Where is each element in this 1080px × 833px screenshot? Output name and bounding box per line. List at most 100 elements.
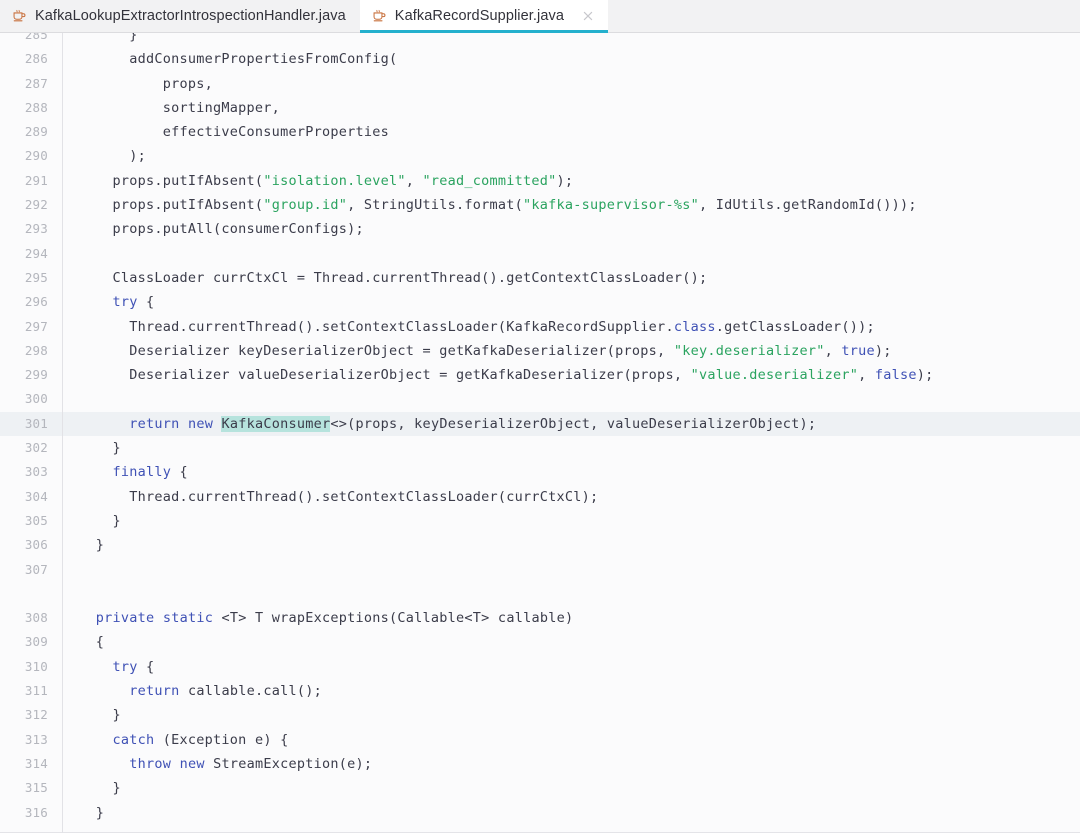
editor-tab-1[interactable]: KafkaLookupExtractorIntrospectionHandler…	[0, 0, 360, 32]
editor-tab-2[interactable]: KafkaRecordSupplier.java	[359, 0, 609, 33]
line-number: 305	[24, 512, 48, 528]
code-line[interactable]: 297 Thread.currentThread().setContextCla…	[0, 315, 1080, 339]
string-token: "isolation.level"	[263, 172, 406, 189]
code-line[interactable]: 310 try {	[0, 655, 1080, 679]
code-line[interactable]: 312 }	[0, 703, 1080, 727]
keyword-token: try	[112, 294, 138, 311]
line-number: 307	[24, 561, 48, 577]
code-line[interactable]: 314 throw new StreamException(e);	[0, 752, 1080, 776]
code-line[interactable]: 286 addConsumerPropertiesFromConfig(	[0, 47, 1080, 71]
line-number: 301	[24, 415, 48, 431]
code-line[interactable]: 295 ClassLoader currCtxCl = Thread.curre…	[0, 266, 1080, 290]
code-token: }	[79, 707, 121, 724]
line-number: 285	[24, 33, 48, 42]
line-number: 299	[24, 367, 48, 383]
line-code: Thread.currentThread().setContextClassLo…	[79, 315, 875, 339]
code-line[interactable]: 289 effectiveConsumerProperties	[0, 120, 1080, 144]
string-token: "kafka-supervisor-%s"	[523, 197, 699, 214]
line-code: Deserializer valueDeserializerObject = g…	[79, 363, 934, 387]
line-number: 293	[24, 221, 48, 237]
line-number: 310	[24, 658, 48, 674]
code-line[interactable]: 290 );	[0, 144, 1080, 168]
keyword-token: return	[129, 683, 180, 700]
line-number: 311	[24, 683, 48, 699]
code-line[interactable]: 294	[0, 242, 1080, 266]
code-line[interactable]: 298 Deserializer keyDeserializerObject =…	[0, 339, 1080, 363]
code-token: props,	[79, 75, 214, 92]
code-token: );	[556, 172, 574, 189]
code-token: );	[916, 367, 934, 384]
code-token: );	[874, 342, 892, 359]
code-token: }	[79, 804, 105, 821]
keyword-token: try	[112, 658, 138, 675]
line-number: 312	[24, 707, 48, 723]
code-line[interactable]: 291 props.putIfAbsent("isolation.level",…	[0, 169, 1080, 193]
code-line[interactable]: 302 }	[0, 436, 1080, 460]
line-code: }	[79, 509, 121, 533]
code-line[interactable]: 299 Deserializer valueDeserializerObject…	[0, 363, 1080, 387]
code-line[interactable]: 287 props,	[0, 72, 1080, 96]
line-code: return new KafkaConsumer<>(props, keyDes…	[79, 412, 816, 436]
code-line[interactable]: 313 catch (Exception e) {	[0, 728, 1080, 752]
code-line[interactable]	[0, 582, 1080, 606]
line-number: 300	[24, 391, 48, 407]
code-line[interactable]: 293 props.putAll(consumerConfigs);	[0, 217, 1080, 241]
code-token: ClassLoader currCtxCl = Thread.currentTh…	[79, 269, 708, 286]
code-line[interactable]: 308 private static <T> T wrapExceptions(…	[0, 606, 1080, 630]
line-code: try {	[79, 290, 155, 314]
line-code: }	[79, 436, 121, 460]
line-number: 288	[24, 99, 48, 115]
code-line[interactable]: 316 }	[0, 801, 1080, 825]
java-file-icon	[373, 9, 386, 21]
close-icon[interactable]	[582, 10, 594, 22]
code-line[interactable]: 306 }	[0, 533, 1080, 557]
code-token: {	[79, 634, 105, 651]
code-line[interactable]: 303 finally {	[0, 460, 1080, 484]
line-number: 295	[24, 269, 48, 285]
line-number: 313	[24, 731, 48, 747]
code-token: <T> T wrapExceptions(Callable<T> callabl…	[213, 610, 574, 627]
code-line[interactable]: 304 Thread.currentThread().setContextCla…	[0, 485, 1080, 509]
code-content: 285 } 286 addConsumerPropertiesFromConfig…	[0, 33, 1080, 833]
code-token: }	[79, 780, 121, 797]
code-token: Deserializer valueDeserializerObject = g…	[79, 367, 691, 384]
code-line[interactable]: 307	[0, 558, 1080, 582]
keyword-token: private	[95, 610, 155, 627]
code-token: props.putIfAbsent(	[79, 197, 264, 214]
code-token: ,	[405, 172, 423, 189]
code-line[interactable]: 311 return callable.call();	[0, 679, 1080, 703]
line-number: 298	[24, 342, 48, 358]
code-line[interactable]: 315 }	[0, 776, 1080, 800]
java-file-icon	[13, 9, 26, 21]
line-code: addConsumerPropertiesFromConfig(	[79, 47, 397, 71]
code-token: ,	[858, 367, 875, 384]
code-line[interactable]: 285 }	[0, 33, 1080, 47]
code-editor[interactable]: 285 } 286 addConsumerPropertiesFromConfig…	[0, 33, 1080, 833]
code-line[interactable]: 288 sortingMapper,	[0, 96, 1080, 120]
code-token: Thread.currentThread().setContextClassLo…	[79, 318, 674, 335]
code-line-current[interactable]: 301 return new KafkaConsumer<>(props, ke…	[0, 411, 1080, 437]
code-line[interactable]: 292 props.putIfAbsent("group.id", String…	[0, 193, 1080, 217]
code-token: callable.call();	[179, 683, 322, 700]
line-code: catch (Exception e) {	[79, 728, 289, 752]
code-token: Deserializer keyDeserializerObject = get…	[79, 342, 674, 359]
code-token: ,	[824, 342, 842, 359]
code-line[interactable]: 309 {	[0, 630, 1080, 654]
code-token: }	[79, 33, 138, 43]
selected-token: KafkaConsumer	[221, 415, 331, 432]
line-number: 303	[24, 464, 48, 480]
editor-tab-bar: KafkaLookupExtractorIntrospectionHandler…	[0, 0, 1080, 33]
code-line[interactable]: 296 try {	[0, 290, 1080, 314]
line-number: 296	[24, 294, 48, 310]
code-line[interactable]: 300	[0, 387, 1080, 411]
string-token: "value.deserializer"	[690, 367, 859, 384]
code-line[interactable]: 305 }	[0, 509, 1080, 533]
keyword-token: throw	[129, 755, 172, 772]
line-number: 308	[24, 610, 48, 626]
